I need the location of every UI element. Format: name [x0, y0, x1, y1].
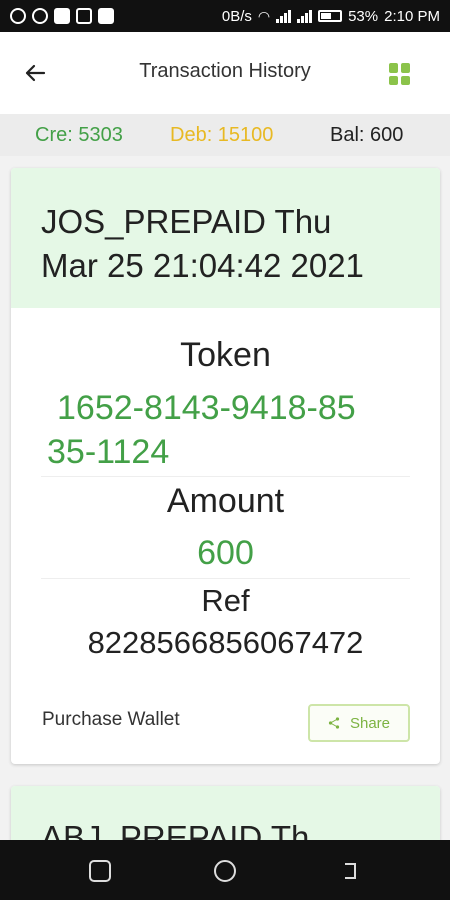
back-nav-button[interactable]: [339, 860, 361, 882]
token-value-line1: 1652-8143-9418-85: [57, 389, 356, 427]
transaction-header: ABJ_PREPAID Th: [11, 786, 440, 846]
notification-icons: [10, 8, 114, 24]
app-bar: Transaction History: [0, 32, 450, 114]
share-button[interactable]: Share: [308, 704, 410, 742]
transaction-header-line2: Mar 25 21:04:42 2021: [41, 247, 364, 284]
app-icon: [54, 8, 70, 24]
grid-icon: [389, 63, 398, 73]
ref-value: 8228566856067472: [87, 625, 364, 660]
battery-icon: [318, 10, 343, 22]
signal-icon: [276, 9, 292, 23]
clock: 2:10 PM: [384, 7, 440, 25]
wallet-label: Purchase Wallet: [42, 709, 180, 730]
debit-total: Deb: 15100: [170, 124, 274, 146]
shield-icon: [10, 8, 26, 24]
token-label: Token: [180, 336, 271, 374]
page-title: Transaction History: [139, 60, 311, 82]
transaction-card: JOS_PREPAID Thu Mar 25 21:04:42 2021 Tok…: [11, 168, 440, 764]
security-icon: [32, 8, 48, 24]
balance-total: Bal: 600: [330, 124, 404, 146]
token-value: 1652-8143-9418-85 35-1124: [47, 386, 407, 474]
back-nav-icon: [345, 863, 356, 879]
credit-total: Cre: 5303: [35, 124, 123, 146]
youtube-icon: [98, 8, 114, 24]
grid-view-button[interactable]: [389, 63, 411, 85]
system-nav-bar: [0, 840, 450, 900]
amount-label: Amount: [166, 482, 285, 520]
divider: [41, 578, 410, 579]
status-bar: 0B/s ◠ 53% 2:10 PM: [0, 0, 450, 32]
battery-percent: 53%: [348, 7, 379, 25]
share-icon: [328, 717, 340, 729]
balance-summary: Cre: 5303 Deb: 15100 Bal: 600: [0, 114, 450, 156]
image-icon: [76, 8, 92, 24]
ref-label: Ref: [201, 583, 250, 618]
transaction-header-line1: JOS_PREPAID Thu: [41, 203, 332, 240]
transaction-header: JOS_PREPAID Thu Mar 25 21:04:42 2021: [11, 168, 440, 308]
home-button[interactable]: [214, 860, 236, 882]
wifi-icon: ◠: [257, 7, 271, 24]
divider: [41, 476, 410, 477]
network-speed: 0B/s: [221, 7, 252, 25]
token-value-line2: 35-1124: [47, 433, 170, 471]
share-label: Share: [349, 714, 391, 732]
transaction-card: ABJ_PREPAID Th: [11, 786, 440, 846]
recent-apps-button[interactable]: [89, 860, 111, 882]
amount-value: 600: [197, 534, 254, 572]
system-status: 0B/s ◠ 53% 2:10 PM: [222, 8, 440, 25]
signal-icon-2: [297, 9, 313, 23]
